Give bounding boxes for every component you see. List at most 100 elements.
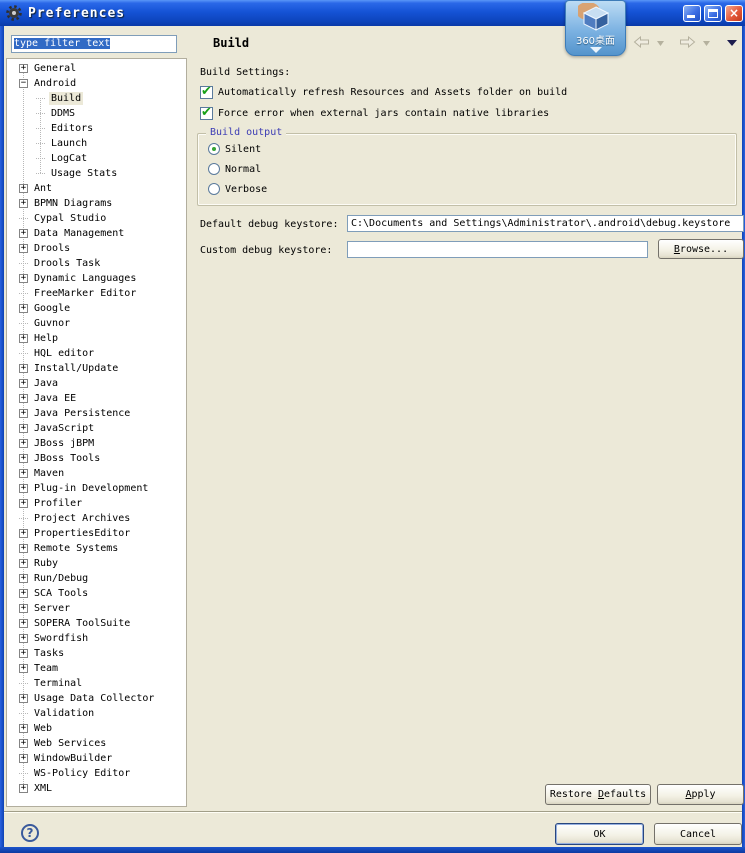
expand-plus-icon[interactable]: + — [19, 724, 28, 733]
expand-plus-icon[interactable]: + — [19, 634, 28, 643]
tree-item-google[interactable]: + Google — [7, 301, 186, 316]
tree-item-editors[interactable]: Editors — [7, 121, 186, 136]
expand-plus-icon[interactable]: + — [19, 604, 28, 613]
expand-plus-icon[interactable]: + — [19, 394, 28, 403]
back-dropdown-icon[interactable] — [657, 38, 664, 49]
expand-plus-icon[interactable]: + — [19, 649, 28, 658]
default-keystore-field[interactable]: C:\Documents and Settings\Administrator\… — [347, 215, 744, 232]
browse-button[interactable]: Browse... — [658, 239, 744, 259]
tree-item-maven[interactable]: + Maven — [7, 466, 186, 481]
radio-button[interactable] — [208, 163, 220, 175]
tree-item-validation[interactable]: Validation — [7, 706, 186, 721]
radio-button[interactable] — [208, 183, 220, 195]
close-button[interactable]: × — [725, 5, 743, 22]
tree-item-propertieseditor[interactable]: + PropertiesEditor — [7, 526, 186, 541]
checkbox[interactable]: ✔ — [200, 84, 213, 99]
help-button[interactable]: ? — [21, 824, 39, 842]
expand-plus-icon[interactable]: + — [19, 574, 28, 583]
expand-plus-icon[interactable]: + — [19, 499, 28, 508]
expand-plus-icon[interactable]: + — [19, 334, 28, 343]
tree-item-profiler[interactable]: + Profiler — [7, 496, 186, 511]
desktop-360-widget[interactable]: 360桌面 — [565, 0, 626, 56]
back-arrow-icon[interactable] — [633, 35, 650, 51]
expand-plus-icon[interactable]: + — [19, 184, 28, 193]
tree-item-install-update[interactable]: + Install/Update — [7, 361, 186, 376]
tree-item-freemarker-editor[interactable]: FreeMarker Editor — [7, 286, 186, 301]
tree-item-plug-in-development[interactable]: + Plug-in Development — [7, 481, 186, 496]
expand-plus-icon[interactable]: + — [19, 64, 28, 73]
expand-plus-icon[interactable]: + — [19, 229, 28, 238]
tree-item-ruby[interactable]: + Ruby — [7, 556, 186, 571]
tree-item-android[interactable]: − Android — [7, 76, 186, 91]
forward-arrow-icon[interactable] — [679, 35, 696, 51]
tree-item-drools-task[interactable]: Drools Task — [7, 256, 186, 271]
tree-item-team[interactable]: + Team — [7, 661, 186, 676]
expand-plus-icon[interactable]: + — [19, 664, 28, 673]
tree-item-usage-data-collector[interactable]: + Usage Data Collector — [7, 691, 186, 706]
minimize-button[interactable] — [683, 5, 701, 22]
widget-dropdown-icon[interactable] — [566, 45, 625, 55]
tree-item-swordfish[interactable]: + Swordfish — [7, 631, 186, 646]
maximize-button[interactable] — [704, 5, 722, 22]
expand-plus-icon[interactable]: + — [19, 754, 28, 763]
expand-plus-icon[interactable]: + — [19, 469, 28, 478]
tree-item-ant[interactable]: + Ant — [7, 181, 186, 196]
tree-item-java[interactable]: + Java — [7, 376, 186, 391]
cancel-button[interactable]: Cancel — [654, 823, 742, 845]
custom-keystore-field[interactable] — [347, 241, 648, 258]
expand-plus-icon[interactable]: + — [19, 694, 28, 703]
tree-item-run-debug[interactable]: + Run/Debug — [7, 571, 186, 586]
expand-plus-icon[interactable]: + — [19, 304, 28, 313]
expand-plus-icon[interactable]: + — [19, 439, 28, 448]
titlebar[interactable]: Preferences — [0, 0, 745, 26]
tree-item-cypal-studio[interactable]: Cypal Studio — [7, 211, 186, 226]
collapse-minus-icon[interactable]: − — [19, 79, 28, 88]
tree-item-java-persistence[interactable]: + Java Persistence — [7, 406, 186, 421]
expand-plus-icon[interactable]: + — [19, 484, 28, 493]
tree-item-web[interactable]: + Web — [7, 721, 186, 736]
expand-plus-icon[interactable]: + — [19, 364, 28, 373]
tree-item-hql-editor[interactable]: HQL editor — [7, 346, 186, 361]
ok-button[interactable]: OK — [555, 823, 644, 845]
tree-item-guvnor[interactable]: Guvnor — [7, 316, 186, 331]
tree-item-general[interactable]: + General — [7, 61, 186, 76]
apply-button[interactable]: Apply — [657, 784, 744, 805]
tree-item-data-management[interactable]: + Data Management — [7, 226, 186, 241]
tree-item-project-archives[interactable]: Project Archives — [7, 511, 186, 526]
tree-item-jboss-jbpm[interactable]: + JBoss jBPM — [7, 436, 186, 451]
tree-item-build[interactable]: Build — [7, 91, 186, 106]
expand-plus-icon[interactable]: + — [19, 379, 28, 388]
view-menu-icon[interactable] — [727, 38, 737, 49]
expand-plus-icon[interactable]: + — [19, 529, 28, 538]
tree-item-terminal[interactable]: Terminal — [7, 676, 186, 691]
tree-item-drools[interactable]: + Drools — [7, 241, 186, 256]
tree-item-help[interactable]: + Help — [7, 331, 186, 346]
expand-plus-icon[interactable]: + — [19, 244, 28, 253]
tree-item-server[interactable]: + Server — [7, 601, 186, 616]
tree-item-sopera-toolsuite[interactable]: + SOPERA ToolSuite — [7, 616, 186, 631]
tree-item-usage-stats[interactable]: Usage Stats — [7, 166, 186, 181]
tree-item-xml[interactable]: + XML — [7, 781, 186, 796]
expand-plus-icon[interactable]: + — [19, 199, 28, 208]
filter-input[interactable]: type filter text — [11, 35, 177, 53]
expand-plus-icon[interactable]: + — [19, 409, 28, 418]
tree-item-sca-tools[interactable]: + SCA Tools — [7, 586, 186, 601]
tree-item-logcat[interactable]: LogCat — [7, 151, 186, 166]
expand-plus-icon[interactable]: + — [19, 589, 28, 598]
checkbox[interactable]: ✔ — [200, 105, 213, 120]
tree-item-ws-policy-editor[interactable]: WS-Policy Editor — [7, 766, 186, 781]
expand-plus-icon[interactable]: + — [19, 739, 28, 748]
tree-item-dynamic-languages[interactable]: + Dynamic Languages — [7, 271, 186, 286]
expand-plus-icon[interactable]: + — [19, 559, 28, 568]
expand-plus-icon[interactable]: + — [19, 544, 28, 553]
restore-defaults-button[interactable]: Restore Defaults — [545, 784, 651, 805]
expand-plus-icon[interactable]: + — [19, 274, 28, 283]
expand-plus-icon[interactable]: + — [19, 784, 28, 793]
tree-item-jboss-tools[interactable]: + JBoss Tools — [7, 451, 186, 466]
expand-plus-icon[interactable]: + — [19, 424, 28, 433]
tree-item-windowbuilder[interactable]: + WindowBuilder — [7, 751, 186, 766]
tree-item-tasks[interactable]: + Tasks — [7, 646, 186, 661]
tree-item-javascript[interactable]: + JavaScript — [7, 421, 186, 436]
tree-item-launch[interactable]: Launch — [7, 136, 186, 151]
tree-item-web-services[interactable]: + Web Services — [7, 736, 186, 751]
